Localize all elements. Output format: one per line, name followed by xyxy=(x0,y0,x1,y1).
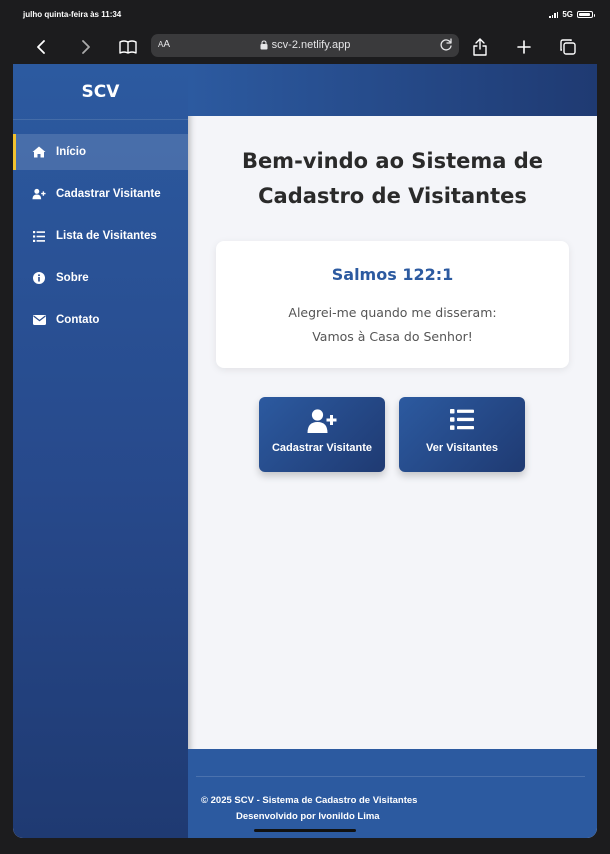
action-label: Cadastrar Visitante xyxy=(271,442,373,454)
back-icon[interactable] xyxy=(29,34,55,60)
bookmarks-icon[interactable] xyxy=(115,34,141,60)
top-header-bar xyxy=(188,64,597,116)
url-display[interactable]: scv-2.netlify.app xyxy=(151,39,459,51)
tabs-icon[interactable] xyxy=(555,34,581,60)
web-page: SCV Início Cadastrar Visitante Lista de … xyxy=(13,64,597,838)
list-icon xyxy=(399,409,525,430)
main-content: Bem-vindo ao Sistema de Cadastro de Visi… xyxy=(188,116,597,749)
network-label: 5G xyxy=(562,10,573,19)
sidebar-item-lista-de-visitantes[interactable]: Lista de Visitantes xyxy=(13,218,188,254)
url-text: scv-2.netlify.app xyxy=(271,39,351,51)
page-title-line2: Cadastro de Visitantes xyxy=(258,184,527,208)
sidebar-item-contato[interactable]: Contato xyxy=(13,302,188,338)
user-plus-icon xyxy=(259,409,385,433)
verse-text-line1: Alegrei-me quando me disseram: xyxy=(288,305,497,320)
verse-card: Salmos 122:1 Alegrei-me quando me disser… xyxy=(216,241,569,368)
share-icon[interactable] xyxy=(467,34,493,60)
device-frame: julho quinta-feira às 11:34 5G AA scv-2.… xyxy=(0,0,610,854)
action-label: Ver Visitantes xyxy=(426,442,498,454)
address-bar[interactable]: AA scv-2.netlify.app xyxy=(151,34,459,57)
sidebar-item-label: Cadastrar Visitante xyxy=(56,188,161,200)
reload-icon[interactable] xyxy=(439,37,453,56)
ver-visitantes-button[interactable]: Ver Visitantes xyxy=(399,397,525,472)
battery-icon xyxy=(577,11,595,18)
footer-divider xyxy=(196,776,585,777)
info-icon xyxy=(32,271,46,285)
sidebar-nav: Início Cadastrar Visitante Lista de Visi… xyxy=(13,134,188,338)
new-tab-icon[interactable] xyxy=(511,34,537,60)
page-title-line1: Bem-vindo ao Sistema de xyxy=(241,149,544,173)
lock-icon xyxy=(260,40,268,50)
sidebar-item-label: Lista de Visitantes xyxy=(56,230,157,242)
status-time: julho quinta-feira às 11:34 xyxy=(23,10,122,19)
sidebar-item-cadastrar-visitante[interactable]: Cadastrar Visitante xyxy=(13,176,188,212)
footer-developer: Desenvolvido por Ivonildo Lima xyxy=(236,811,380,822)
sidebar-item-inicio[interactable]: Início xyxy=(13,134,188,170)
footer-copyright: © 2025 SCV - Sistema de Cadastro de Visi… xyxy=(201,795,418,806)
brand-logo[interactable]: SCV xyxy=(13,64,188,120)
sidebar: SCV Início Cadastrar Visitante Lista de … xyxy=(13,64,188,838)
cadastrar-visitante-button[interactable]: Cadastrar Visitante xyxy=(259,397,385,472)
user-plus-icon xyxy=(32,187,46,201)
verse-reference: Salmos 122:1 xyxy=(331,265,454,284)
sidebar-item-label: Contato xyxy=(56,314,100,326)
signal-icon xyxy=(549,11,559,18)
status-indicators: 5G xyxy=(549,10,595,19)
page-title: Bem-vindo ao Sistema de Cadastro de Visi… xyxy=(208,144,577,214)
home-icon xyxy=(32,145,46,159)
verse-text-line2: Vamos à Casa do Senhor! xyxy=(312,329,473,344)
sidebar-item-label: Início xyxy=(56,146,87,158)
home-indicator xyxy=(254,829,356,832)
envelope-icon xyxy=(32,313,46,327)
list-icon xyxy=(32,229,46,243)
sidebar-item-sobre[interactable]: Sobre xyxy=(13,260,188,296)
status-bar: julho quinta-feira às 11:34 5G xyxy=(0,0,610,30)
footer: © 2025 SCV - Sistema de Cadastro de Visi… xyxy=(188,749,597,838)
forward-icon[interactable] xyxy=(72,34,98,60)
sidebar-item-label: Sobre xyxy=(56,272,89,284)
